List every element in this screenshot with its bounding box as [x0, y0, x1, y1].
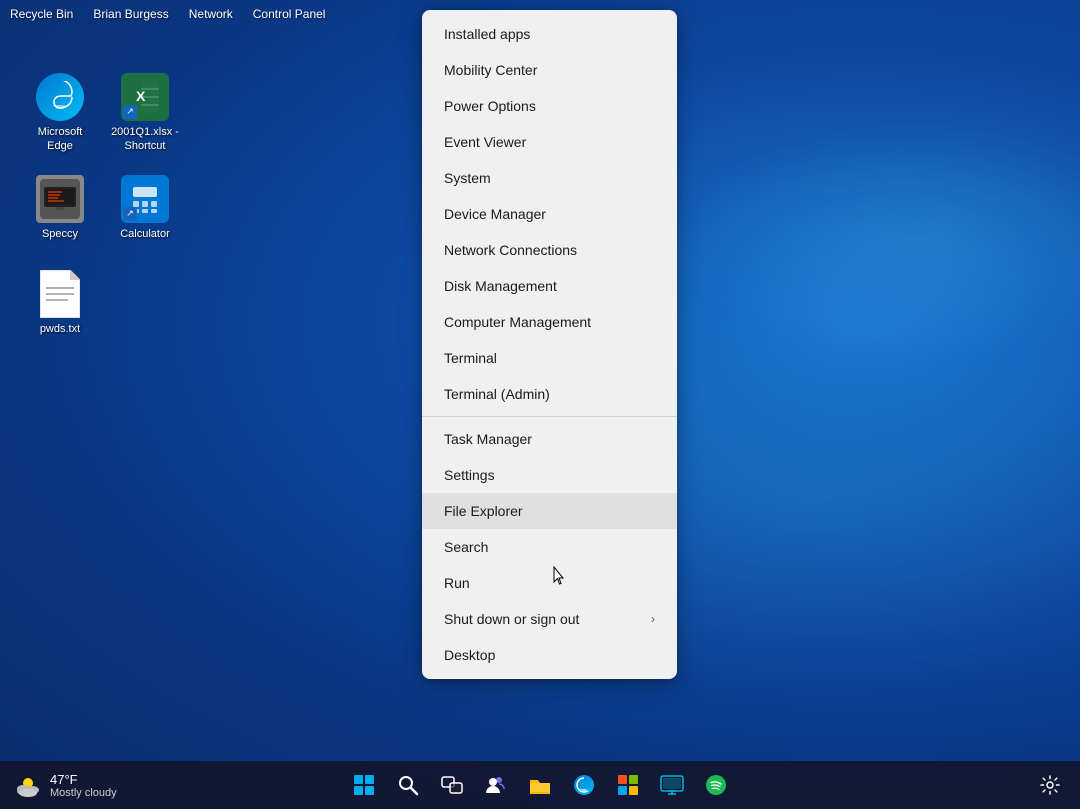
edge-icon-img [36, 73, 84, 121]
calc-label: Calculator [120, 227, 170, 241]
taskbar-right [1032, 767, 1068, 803]
folder-icon [528, 774, 552, 796]
windows-logo-icon [353, 774, 375, 796]
menu-item-system[interactable]: System [422, 160, 677, 196]
task-view-button[interactable] [432, 765, 472, 805]
teams-icon [484, 773, 508, 797]
remote-desktop-button[interactable] [652, 765, 692, 805]
taskbar-weather[interactable]: 47°F Mostly cloudy [12, 769, 117, 801]
brian-burgess-label[interactable]: Brian Burgess [93, 7, 168, 21]
menu-item-power-options[interactable]: Power Options [422, 88, 677, 124]
network-label[interactable]: Network [189, 7, 233, 21]
taskbar-bottom: 47°F Mostly cloudy [0, 761, 1080, 809]
start-button[interactable] [344, 765, 384, 805]
menu-item-shut-down[interactable]: Shut down or sign out › [422, 601, 677, 637]
taskbar-edge-button[interactable] [564, 765, 604, 805]
menu-item-mobility-center[interactable]: Mobility Center [422, 52, 677, 88]
system-settings-button[interactable] [1032, 767, 1068, 803]
icon-microsoft-edge[interactable]: MicrosoftEdge [20, 68, 100, 158]
recycle-bin-label[interactable]: Recycle Bin [10, 7, 73, 21]
search-icon [397, 774, 419, 796]
store-icon [616, 773, 640, 797]
txt-icon-visual [36, 270, 84, 318]
calc-icon-img [121, 175, 169, 223]
file-explorer-button[interactable] [520, 765, 560, 805]
context-menu: Installed apps Mobility Center Power Opt… [422, 10, 677, 679]
store-button[interactable] [608, 765, 648, 805]
excel-label: 2001Q1.xlsx - Shortcut [111, 125, 179, 154]
excel-icon-img: X [121, 73, 169, 121]
icon-speccy[interactable]: Speccy [20, 163, 100, 253]
menu-item-settings[interactable]: Settings [422, 457, 677, 493]
shortcut-arrow [123, 105, 137, 119]
menu-item-task-manager[interactable]: Task Manager [422, 421, 677, 457]
taskbar-search-button[interactable] [388, 765, 428, 805]
edge-icon-visual [36, 73, 84, 121]
speccy-label: Speccy [42, 227, 78, 241]
menu-item-computer-management[interactable]: Computer Management [422, 304, 677, 340]
menu-item-file-explorer[interactable]: File Explorer [422, 493, 677, 529]
menu-item-network-connections[interactable]: Network Connections [422, 232, 677, 268]
desktop: Recycle Bin Brian Burgess Network Contro… [0, 0, 1080, 809]
weather-info: 47°F Mostly cloudy [50, 772, 117, 799]
taskbar-center-icons [344, 765, 736, 805]
edge-taskbar-icon [572, 773, 596, 797]
menu-item-terminal[interactable]: Terminal [422, 340, 677, 376]
calc-shortcut-arrow [123, 207, 137, 221]
txt-label: pwds.txt [40, 322, 80, 336]
control-panel-label[interactable]: Control Panel [253, 7, 326, 21]
menu-item-disk-management[interactable]: Disk Management [422, 268, 677, 304]
menu-item-terminal-admin[interactable]: Terminal (Admin) [422, 376, 677, 412]
spotify-button[interactable] [696, 765, 736, 805]
menu-item-installed-apps[interactable]: Installed apps [422, 16, 677, 52]
weather-temp: 47°F [50, 772, 117, 787]
menu-item-search[interactable]: Search [422, 529, 677, 565]
speccy-icon-visual [36, 175, 84, 223]
speccy-icon-img [36, 175, 84, 223]
menu-item-run[interactable]: Run [422, 565, 677, 601]
edge-label: MicrosoftEdge [38, 125, 83, 154]
txt-icon-img [36, 270, 84, 318]
spotify-icon [704, 773, 728, 797]
menu-item-desktop[interactable]: Desktop [422, 637, 677, 673]
teams-button[interactable] [476, 765, 516, 805]
icon-pwds-txt[interactable]: pwds.txt [20, 258, 100, 348]
icon-excel-shortcut[interactable]: X 2001Q1.xlsx - Shortcut [105, 68, 185, 158]
gear-icon [1040, 775, 1060, 795]
menu-item-device-manager[interactable]: Device Manager [422, 196, 677, 232]
remote-desktop-icon [660, 774, 684, 796]
task-view-icon [441, 774, 463, 796]
weather-icon [12, 769, 44, 801]
weather-desc: Mostly cloudy [50, 787, 117, 799]
menu-separator-1 [422, 416, 677, 417]
shut-down-chevron: › [651, 612, 655, 626]
desktop-icons: MicrosoftEdge X 2001Q1.xlsx - Shortcu [10, 58, 195, 548]
menu-item-event-viewer[interactable]: Event Viewer [422, 124, 677, 160]
icon-calculator[interactable]: Calculator [105, 163, 185, 253]
